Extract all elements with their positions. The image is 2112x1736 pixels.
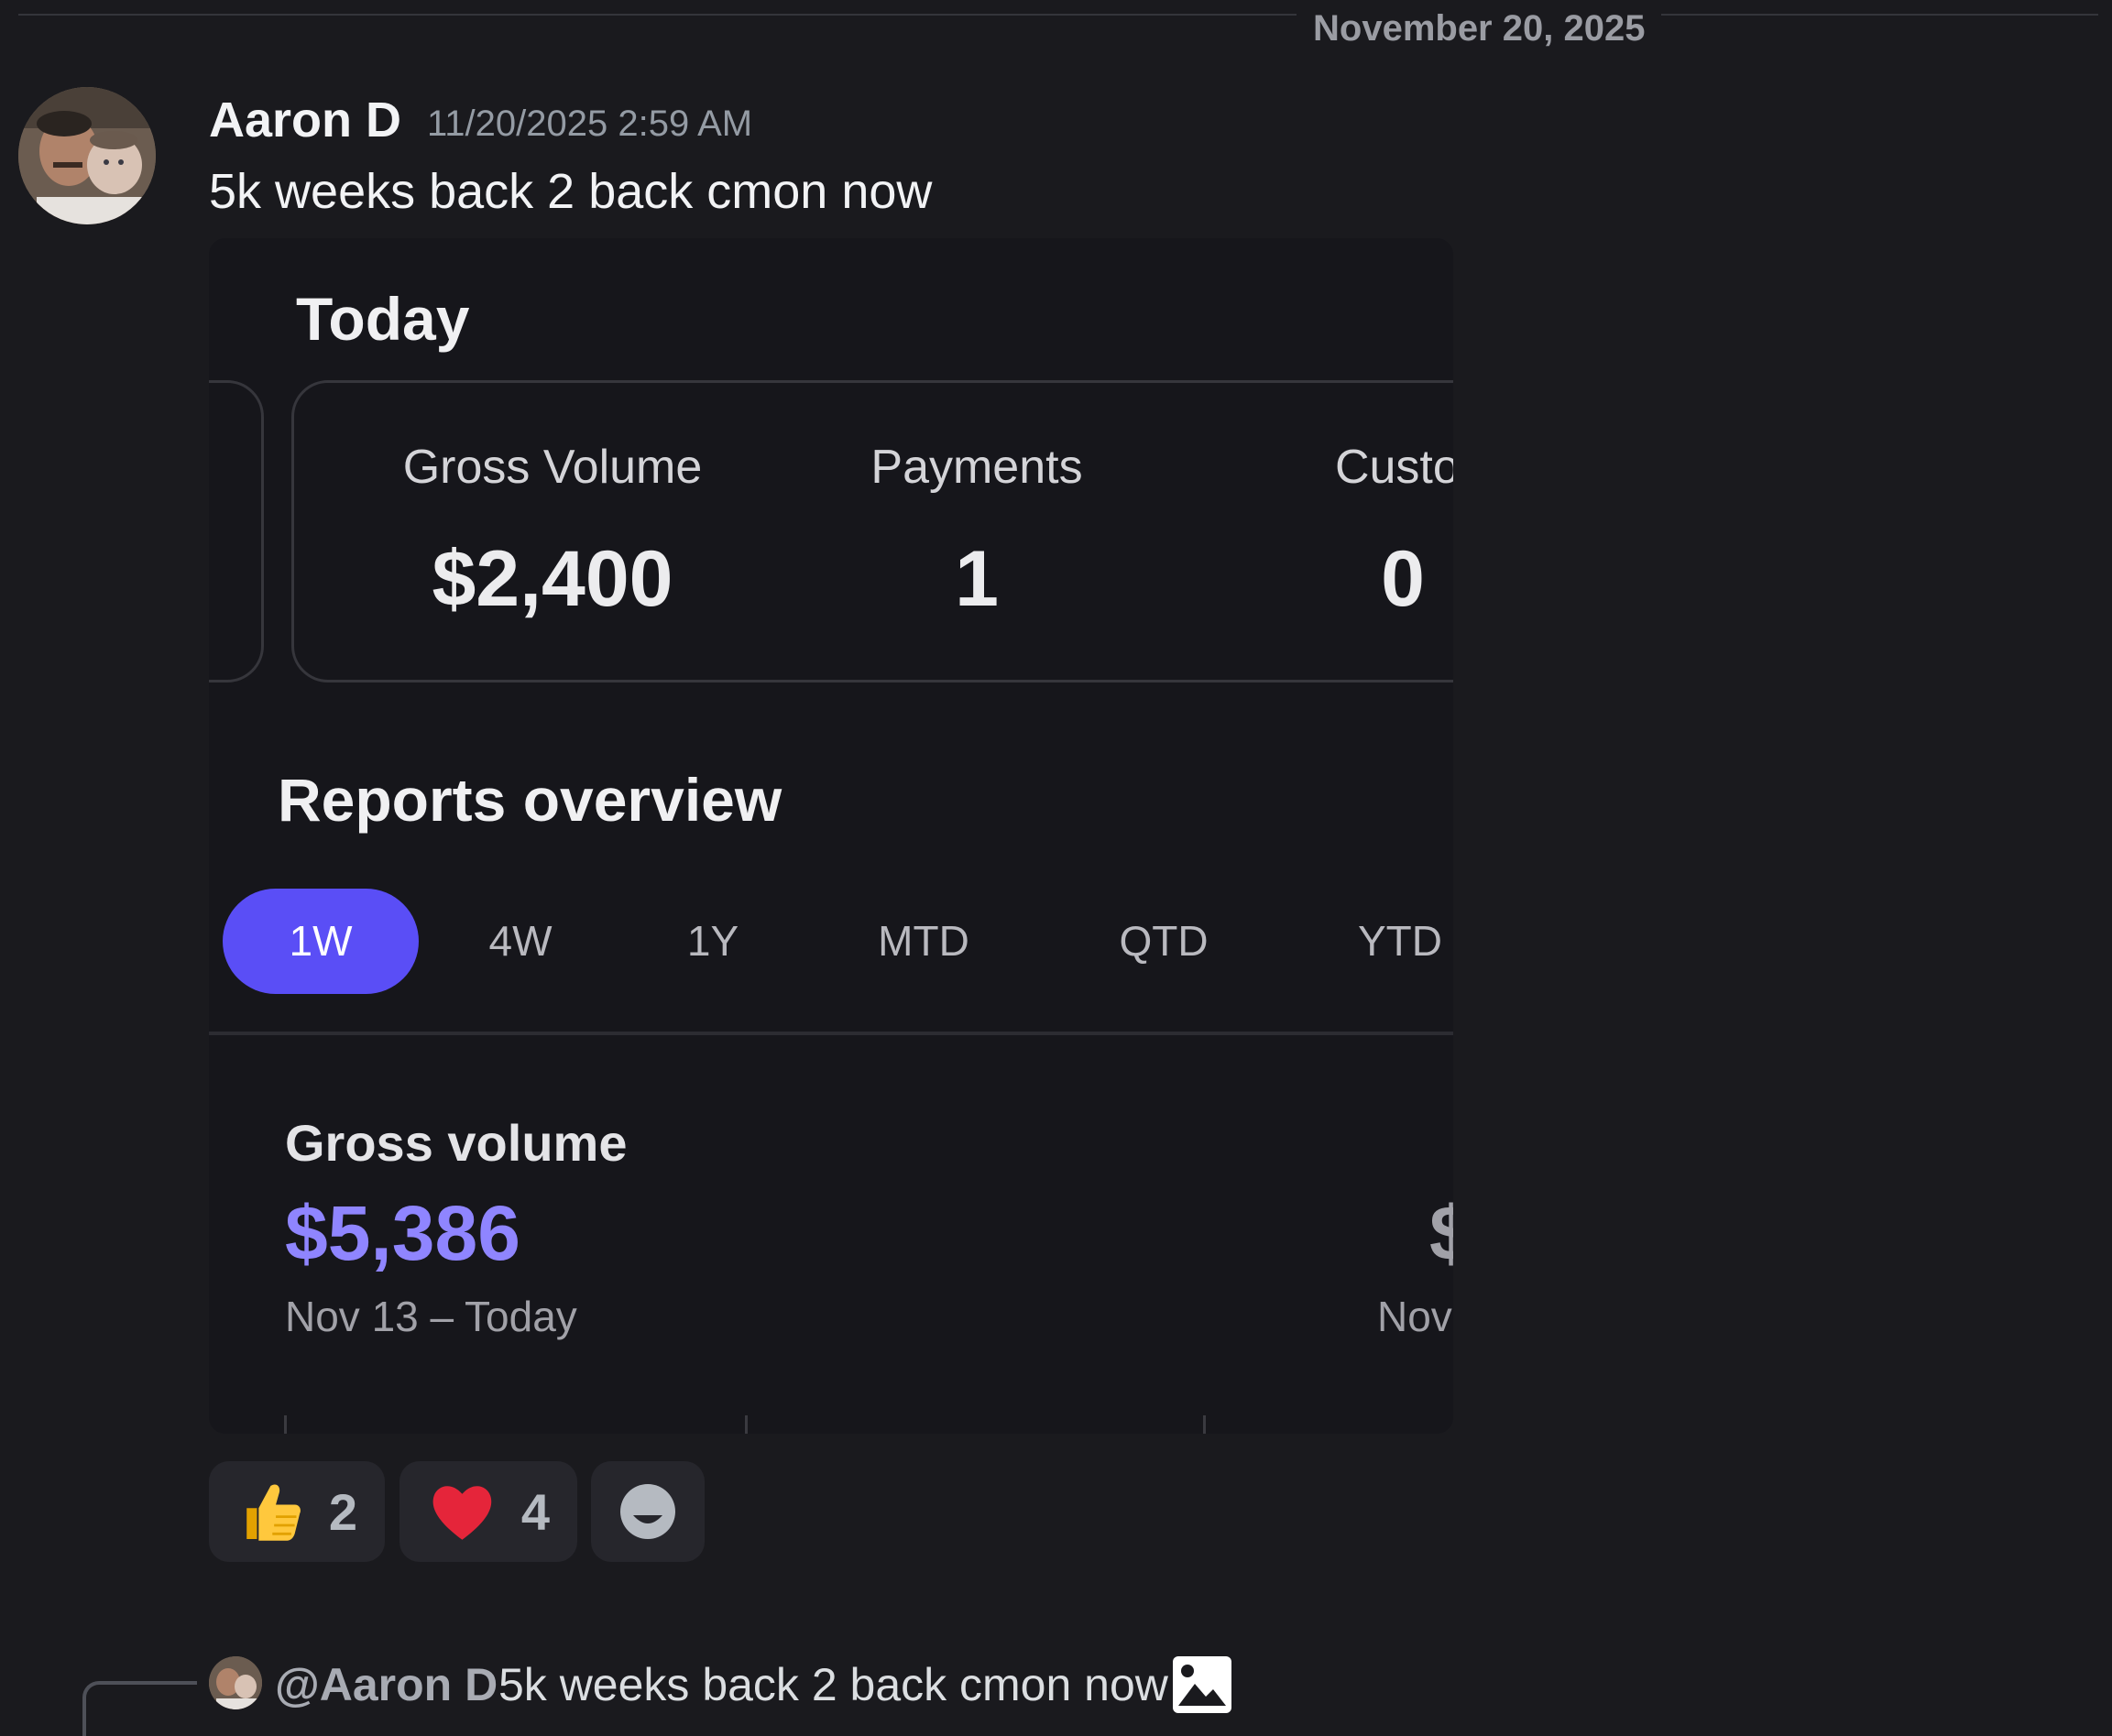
image-attachment[interactable]: Today Gross Volume $2,400 Payments 1 Cus…	[209, 238, 1453, 1434]
tab-mtd: MTD	[878, 917, 969, 965]
stat-label-payments: Payments	[870, 441, 1083, 494]
heart-icon	[432, 1486, 492, 1540]
reaction-count: 2	[328, 1482, 357, 1541]
message-text: 5k weeks back 2 back cmon now	[209, 164, 933, 219]
chart-tick	[1203, 1415, 1206, 1434]
reaction-thumbs-up[interactable]: 2	[209, 1461, 385, 1562]
stat-value-gross-volume: $2,400	[432, 535, 673, 623]
reply-connector	[82, 1681, 197, 1736]
thumbs-up-icon	[246, 1484, 301, 1541]
message-author[interactable]: Aaron D	[209, 92, 401, 148]
reply-avatar[interactable]	[209, 1656, 262, 1709]
stat-value-customers: 0	[1381, 535, 1425, 623]
tabs-divider	[209, 1032, 1453, 1035]
reply-avatar-image	[209, 1656, 262, 1709]
gross-volume-range: Nov 13 – Today	[285, 1293, 577, 1340]
stat-value-payments: 1	[955, 535, 999, 623]
comparison-value: $	[1429, 1190, 1453, 1276]
gross-volume-value: $5,386	[285, 1190, 520, 1276]
reports-overview-title: Reports overview	[278, 766, 782, 834]
stats-card-today: Gross Volume $2,400 Payments 1 Custome 0	[291, 380, 1453, 682]
reply-author-mention[interactable]: @Aaron D	[275, 1658, 498, 1711]
today-title: Today	[296, 285, 470, 353]
reaction-heart[interactable]: 4	[399, 1461, 577, 1562]
image-icon	[1173, 1656, 1231, 1713]
tab-4w: 4W	[488, 917, 553, 965]
chart-tick	[745, 1415, 748, 1434]
stats-card-previous	[209, 380, 264, 682]
message-timestamp[interactable]: 11/20/2025 2:59 AM	[427, 104, 752, 145]
tab-1w: 1W	[223, 889, 419, 994]
avatar[interactable]	[18, 87, 156, 224]
stat-label-gross-volume: Gross Volume	[402, 441, 703, 494]
comparison-range: Nov	[1377, 1293, 1452, 1340]
date-divider: November 20, 2025	[18, 8, 2098, 49]
gross-volume-label: Gross volume	[285, 1114, 628, 1172]
tab-1y: 1Y	[686, 917, 739, 965]
stat-label-customers: Custome	[1334, 441, 1453, 494]
add-reaction-button[interactable]	[591, 1461, 705, 1562]
reaction-count: 4	[520, 1482, 550, 1541]
tab-qtd: QTD	[1119, 917, 1209, 965]
date-divider-label: November 20, 2025	[1297, 8, 1662, 49]
tab-ytd: YTD	[1358, 917, 1442, 965]
reply-text[interactable]: 5k weeks back 2 back cmon now	[498, 1658, 1168, 1711]
smiley-icon	[620, 1484, 675, 1539]
avatar-image	[18, 87, 156, 224]
chart-tick	[284, 1415, 287, 1434]
